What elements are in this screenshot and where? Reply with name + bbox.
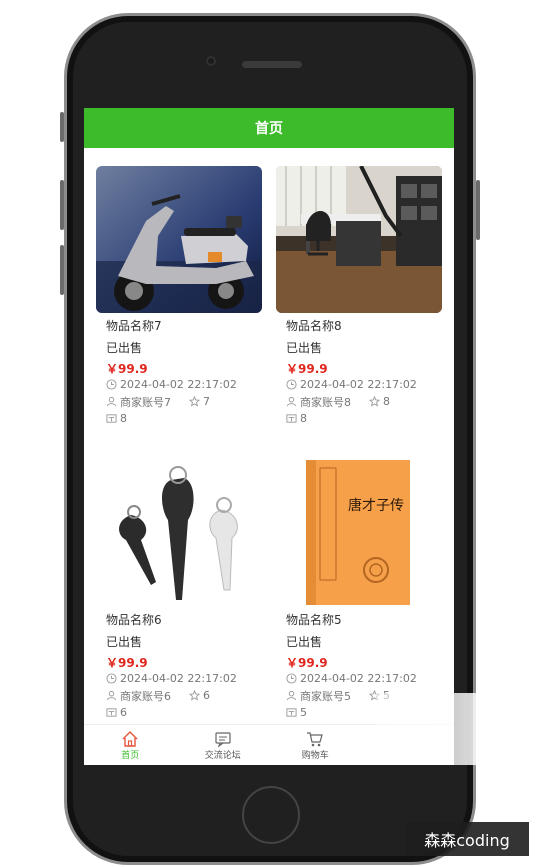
tab-cart[interactable]: 购物车 — [275, 730, 355, 761]
image-fade-overlay — [376, 693, 476, 765]
star-icon — [369, 396, 380, 407]
product-card[interactable]: 物品名称6 已出售 ￥99.9 2024-04-02 22:17:02 商家账号… — [96, 460, 262, 721]
home-button[interactable] — [242, 786, 300, 844]
seller-account: 商家账号8 — [300, 395, 351, 409]
cart-icon — [307, 731, 324, 746]
user-icon — [286, 690, 297, 701]
clock-icon — [106, 379, 117, 390]
product-price: ￥99.9 — [106, 656, 148, 670]
product-image-office[interactable] — [276, 166, 442, 313]
tab-forum-label: 交流论坛 — [204, 750, 241, 761]
product-price: ￥99.9 — [286, 362, 328, 376]
clock-icon — [286, 379, 297, 390]
watermark: 森森coding — [405, 822, 529, 856]
product-name: 物品名称6 — [106, 613, 162, 627]
app-screen: 首页 物品名称7 已出售 ￥99.9 2024-04-02 22:17:02 商… — [84, 108, 454, 765]
page-title: 首页 — [255, 121, 283, 137]
seller-account: 商家账号5 — [300, 689, 351, 703]
star-count: 7 — [203, 395, 210, 408]
product-status: 已出售 — [106, 341, 143, 355]
product-count-row: 6 — [96, 704, 262, 721]
product-status: 已出售 — [286, 341, 323, 355]
tag-icon — [286, 708, 297, 717]
product-name: 物品名称8 — [286, 319, 342, 333]
star-icon — [189, 690, 200, 701]
user-icon — [106, 690, 117, 701]
product-image-earphones[interactable] — [96, 460, 262, 607]
seller-account: 商家账号7 — [120, 395, 171, 409]
product-time-row: 2024-04-02 22:17:02 — [276, 670, 442, 687]
tab-cart-label: 购物车 — [301, 750, 329, 761]
product-time: 2024-04-02 22:17:02 — [120, 672, 237, 685]
front-camera — [206, 56, 216, 66]
product-seller-row: 商家账号6 6 — [96, 687, 262, 704]
product-time-row: 2024-04-02 22:17:02 — [96, 376, 262, 393]
home-icon — [122, 730, 138, 747]
product-name: 物品名称7 — [106, 319, 162, 333]
product-seller-row: 商家账号7 7 — [96, 393, 262, 410]
product-count-row: 8 — [276, 410, 442, 427]
product-count-row: 8 — [96, 410, 262, 427]
tab-home[interactable]: 首页 — [90, 730, 170, 761]
seller-account: 商家账号6 — [120, 689, 171, 703]
product-card[interactable]: 物品名称8 已出售 ￥99.9 2024-04-02 22:17:02 商家账号… — [276, 166, 442, 427]
top-nav-bar: 首页 — [84, 108, 454, 148]
volume-down-button — [60, 245, 64, 295]
user-icon — [106, 396, 117, 407]
product-time: 2024-04-02 22:17:02 — [120, 378, 237, 391]
product-grid: 物品名称7 已出售 ￥99.9 2024-04-02 22:17:02 商家账号… — [84, 148, 454, 725]
product-status: 已出售 — [286, 635, 323, 649]
earpiece-speaker — [242, 61, 302, 68]
product-image-scooter[interactable] — [96, 166, 262, 313]
product-time: 2024-04-02 22:17:02 — [300, 378, 417, 391]
product-price: ￥99.9 — [106, 362, 148, 376]
product-price: ￥99.9 — [286, 656, 328, 670]
item-count: 8 — [300, 412, 307, 425]
product-status: 已出售 — [106, 635, 143, 649]
product-time-row: 2024-04-02 22:17:02 — [276, 376, 442, 393]
product-seller-row: 商家账号8 8 — [276, 393, 442, 410]
star-count: 8 — [383, 395, 390, 408]
book-cover-title: 唐才子传 — [348, 497, 404, 514]
product-name: 物品名称5 — [286, 613, 342, 627]
product-card[interactable]: 物品名称7 已出售 ￥99.9 2024-04-02 22:17:02 商家账号… — [96, 166, 262, 427]
power-button — [476, 180, 480, 240]
item-count: 8 — [120, 412, 127, 425]
tag-icon — [106, 708, 117, 717]
product-time-row: 2024-04-02 22:17:02 — [96, 670, 262, 687]
product-time: 2024-04-02 22:17:02 — [300, 672, 417, 685]
user-icon — [286, 396, 297, 407]
product-card[interactable]: 唐才子传 物品名称5 已出售 ￥99.9 2024-04-02 22:17:02… — [276, 460, 442, 721]
item-count: 5 — [300, 706, 307, 719]
clock-icon — [286, 673, 297, 684]
item-count: 6 — [120, 706, 127, 719]
star-icon — [189, 396, 200, 407]
clock-icon — [106, 673, 117, 684]
volume-up-button — [60, 180, 64, 230]
mute-switch — [60, 112, 64, 142]
product-image-book[interactable]: 唐才子传 — [276, 460, 442, 607]
star-count: 6 — [203, 689, 210, 702]
tag-icon — [106, 414, 117, 423]
forum-icon — [215, 731, 231, 748]
tab-home-label: 首页 — [121, 750, 140, 761]
tag-icon — [286, 414, 297, 423]
tab-forum[interactable]: 交流论坛 — [183, 730, 263, 761]
